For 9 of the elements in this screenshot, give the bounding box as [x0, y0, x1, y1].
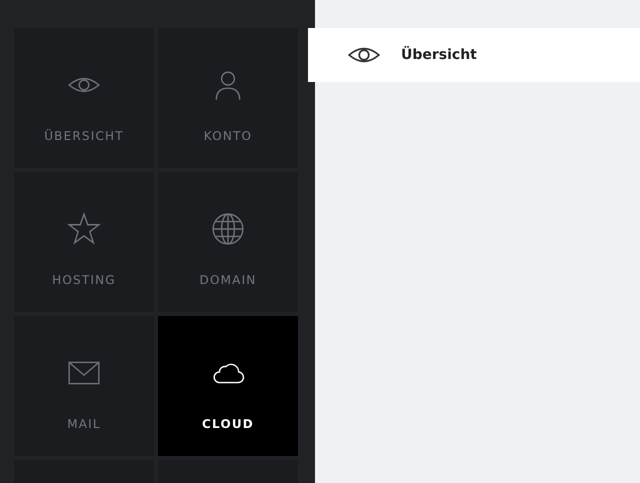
- nav-tile[interactable]: ÜBERSICHT: [14, 28, 154, 168]
- globe-icon: [211, 212, 245, 246]
- nav-tile[interactable]: KONTO: [158, 28, 298, 168]
- nav-tile[interactable]: CLOUD: [158, 316, 298, 456]
- nav-tile[interactable]: MAIL: [14, 316, 154, 456]
- page-title: Übersicht: [401, 47, 477, 63]
- nav-tile[interactable]: HOSTING: [14, 172, 154, 312]
- nav-tile[interactable]: DOMAIN: [158, 172, 298, 312]
- star-icon: [67, 212, 101, 246]
